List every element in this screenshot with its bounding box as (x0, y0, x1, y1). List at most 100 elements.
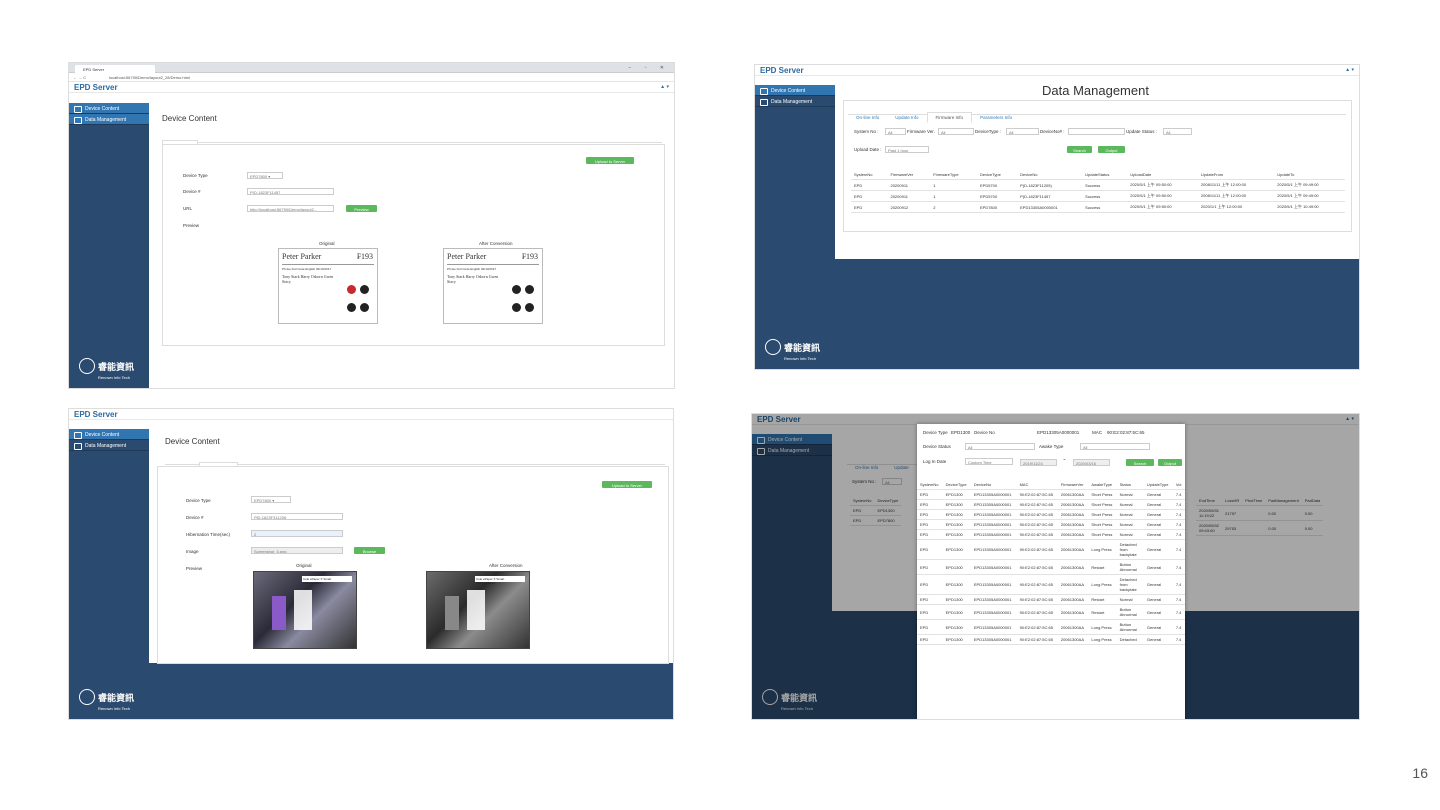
upload-date-select[interactable]: Past 1 hour (885, 146, 929, 153)
output-button[interactable]: Output (1098, 146, 1125, 153)
column-header: UpdateType (1143, 480, 1173, 490)
table-row[interactable]: EPD EPD1300 EPD13305A0000001 90:E2:02:87:5C… (917, 499, 1185, 510)
table-cell: EPD1300 (942, 594, 971, 605)
table-cell: Normal (1116, 499, 1144, 510)
table-cell: EPD (851, 179, 888, 191)
sidebar-item-device-content[interactable]: Device Content (755, 85, 835, 96)
system-no-select[interactable]: All (885, 128, 906, 135)
modal-login-select[interactable]: Custom Time (965, 458, 1013, 465)
table-row[interactable]: EPD EPD1300 EPD13305A0000001 90:E2:02:87:5C… (917, 604, 1185, 620)
device-log-modal: Device Type EPD1300 Device No EPD13305A0… (917, 424, 1185, 719)
page-title: Data Management (1042, 83, 1149, 98)
device-no-input[interactable]: P(D-1823F11457 (247, 188, 334, 195)
url-input[interactable]: http://localhost:56759/Demo/layout2... (247, 205, 334, 212)
sidebar-item-data-management[interactable]: Data Management (69, 440, 149, 451)
modal-output-button[interactable]: Output (1158, 459, 1182, 466)
table-cell: EPD1300 (942, 509, 971, 520)
table-cell: Detached (1116, 634, 1144, 645)
device-type-label: Device Type (183, 173, 208, 178)
browser-tab[interactable]: EPD Server (75, 65, 155, 73)
url-text: localhost:56759/Demo/layout2_28/Demo.htm… (109, 75, 190, 80)
form-panel (162, 144, 665, 346)
image-file-input[interactable]: Screenshot_5.png (251, 547, 343, 554)
table-row[interactable]: EPD EPD1300 EPD13305A0000001 90:E2:02:87:5C… (917, 519, 1185, 530)
modal-device-no-label: Device No (974, 430, 995, 435)
device-no-input[interactable] (1068, 128, 1125, 135)
table-cell: 20061300AA (1057, 509, 1089, 520)
logo-text: 睿能資訊 (98, 693, 135, 703)
table-cell: EPD (917, 509, 943, 520)
table-row[interactable]: EPD EPD1300 EPD13305A0000001 90:E2:02:87:5C… (917, 619, 1185, 635)
card-info-row: Ph-fee Full Code English 09/13/2017 (282, 264, 374, 271)
column-header: UpdateFrom (1197, 170, 1275, 180)
screenshot-device-content-http: EPD Server − ▫ ✕ ← → C localhost:56759/D… (68, 62, 675, 389)
tab-parameters-info[interactable]: Parameters Info (972, 113, 1020, 122)
hibernation-input[interactable]: 2 (251, 530, 343, 537)
table-cell: 20061300AA (1057, 634, 1089, 645)
table-cell: Restart (1088, 604, 1117, 620)
table-row[interactable]: EPD EPD1300 EPD13305A0000001 90:E2:02:87:5C… (917, 559, 1185, 575)
nav-arrows-icon[interactable]: ← → C (73, 75, 86, 80)
table-cell: 20200912 (887, 201, 931, 213)
tab-online-info[interactable]: On-line Info (848, 113, 887, 122)
sidebar-item-data-management[interactable]: Data Management (69, 114, 149, 125)
preview-button[interactable]: Preview (346, 205, 377, 212)
device-no-input[interactable]: PiD-1823F311206 (251, 513, 343, 520)
table-cell: 1 (930, 179, 977, 191)
table-cell: 20061300AA (1057, 489, 1089, 500)
table-row[interactable]: EPD EPD1300 EPD13305A0000001 90:E2:02:87:5C… (917, 539, 1185, 560)
sidebar-item-data-management[interactable]: Data Management (755, 96, 835, 107)
table-row[interactable]: EPD EPD1300 EPD13305A0000001 90:E2:02:87:5C… (917, 594, 1185, 605)
table-row[interactable]: EPD EPD1300 EPD13305A0000001 90:E2:02:87:5C… (917, 529, 1185, 540)
table-cell: 20061300AA (1057, 519, 1089, 530)
user-icon[interactable]: ▲ ▾ (1345, 67, 1354, 73)
logo-text: 睿能資訊 (784, 343, 821, 353)
modal-device-log-table: SystemNo DeviceType DeviceNo MAC FirmwareVer… (917, 480, 1185, 645)
update-status-select[interactable]: All (1163, 128, 1192, 135)
table-cell: 20061300AA (1057, 594, 1089, 605)
table-row[interactable]: EPD EPD1300 EPD13305A0000001 90:E2:02:87:5C… (917, 634, 1185, 645)
window-controls[interactable]: − ▫ ✕ (628, 65, 670, 71)
column-header: AwakeType (1088, 480, 1117, 490)
modal-status-select[interactable]: All (965, 443, 1035, 450)
sidebar-item-device-content[interactable]: Device Content (69, 103, 149, 114)
table-cell: Detached from backplate (1116, 574, 1144, 595)
modal-date-to-input[interactable]: 2020/03/16 (1073, 459, 1110, 466)
device-type-select[interactable]: EPD7800 ▾ (247, 172, 283, 179)
table-cell: 90:E2:02:87:5C:65 (1016, 594, 1058, 605)
tab-bar: By HTTPBy IMAGE (165, 456, 665, 473)
footer-band (835, 259, 1359, 369)
footer-band (149, 663, 673, 719)
table-cell: 7.4 (1172, 574, 1185, 595)
table-cell: Success (1082, 179, 1128, 191)
firmware-ver-select[interactable]: All (938, 128, 974, 135)
modal-awake-select[interactable]: All (1080, 443, 1150, 450)
device-type-select[interactable]: EPD7800 ▾ (251, 496, 291, 503)
search-button[interactable]: Search (1067, 146, 1092, 153)
tab-update-info[interactable]: Update Info (887, 113, 926, 122)
table-cell: Normal (1116, 509, 1144, 520)
table-row[interactable]: EPD 20200912 2 EPD7800 EPD13305A0000001 Succe… (851, 201, 1345, 213)
table-row[interactable]: EPD EPD1300 EPD13305A0000001 90:E2:02:87:5C… (917, 489, 1185, 500)
device-type-label: Device Type (186, 498, 211, 503)
device-type-select[interactable]: All (1006, 128, 1039, 135)
table-row[interactable]: EPD 20200911 1 EPD5700 P(D-1823F11457 Success… (851, 190, 1345, 202)
address-bar[interactable]: ← → C localhost:56759/Demo/layout2_28/De… (69, 73, 674, 82)
sidebar-item-device-content[interactable]: Device Content (69, 429, 149, 440)
table-header-row: SystemNo DeviceType DeviceNo MAC FirmwareVer… (917, 480, 1185, 490)
modal-status-label: Device Status (923, 444, 951, 449)
table-row[interactable]: EPD EPD1300 EPD13305A0000001 90:E2:02:87:5C… (917, 574, 1185, 595)
upload-date-label: Upload Date : (854, 147, 882, 152)
table-row[interactable]: EPD 20200911 1 EPD5700 P(D-1823F11205) Succes… (851, 179, 1345, 191)
upload-to-server-button[interactable]: Upload to Server (586, 157, 634, 164)
modal-search-button[interactable]: Search (1126, 459, 1154, 466)
upload-to-server-button[interactable]: Upload to Server (602, 481, 652, 488)
tab-firmware-info[interactable]: Firmware Info (926, 112, 973, 123)
browse-button[interactable]: Browse (354, 547, 385, 554)
table-cell: 90:E2:02:87:5C:65 (1016, 489, 1058, 500)
table-cell: EPD13305A0000001 (970, 559, 1017, 575)
modal-date-from-input[interactable]: 2019/11/24 (1020, 459, 1057, 466)
table-row[interactable]: EPD EPD1300 EPD13305A0000001 90:E2:02:87:5C… (917, 509, 1185, 520)
table-cell: 2020/5/1 上午 09:49:00 (1274, 179, 1345, 191)
user-icon[interactable]: ▲ ▾ (660, 84, 669, 90)
